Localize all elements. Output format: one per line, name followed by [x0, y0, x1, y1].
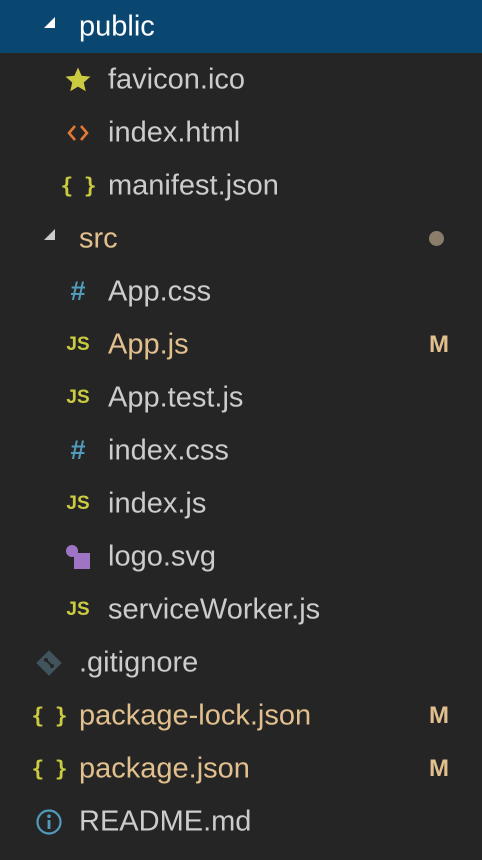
tree-item-label: src [79, 222, 118, 254]
js-icon: JS [66, 333, 90, 355]
tree-item-package-lock-json[interactable]: { } package-lock.json M [0, 689, 482, 742]
tree-item-label: README.md [79, 805, 252, 837]
json-icon: { } [31, 703, 68, 728]
json-icon: { } [31, 756, 68, 781]
tree-item-label: public [79, 10, 155, 42]
tree-item-label: logo.svg [108, 540, 217, 572]
tree-item-manifest-json[interactable]: { } manifest.json [0, 159, 482, 212]
git-status-badge: M [429, 754, 449, 782]
tree-item-logo-svg[interactable]: logo.svg [0, 530, 482, 583]
tree-item-index-js[interactable]: JS index.js [0, 477, 482, 530]
tree-item-label: index.css [108, 434, 229, 466]
tree-item-label: manifest.json [108, 169, 279, 201]
tree-item-label: favicon.ico [108, 63, 246, 95]
chevron-expanded-icon[interactable] [44, 229, 55, 240]
git-status-badge: M [429, 330, 449, 358]
tree-item-index-html[interactable]: index.html [0, 106, 482, 159]
tree-item-label: App.css [108, 275, 212, 307]
tree-item-label: package.json [79, 752, 250, 784]
tree-item-label: package-lock.json [79, 699, 312, 731]
tree-item-package-json[interactable]: { } package.json M [0, 742, 482, 795]
tree-item-readme-md[interactable]: README.md [0, 795, 482, 848]
git-status-badge: M [429, 701, 449, 729]
star-icon [61, 63, 95, 97]
tree-item-app-css[interactable]: # App.css [0, 265, 482, 318]
tree-item-label: index.js [108, 487, 207, 519]
tree-item-label: .gitignore [79, 646, 199, 678]
file-explorer: public favicon.ico index.html { } manife… [0, 0, 482, 860]
tree-item-src-folder[interactable]: src [0, 212, 482, 265]
js-icon: JS [66, 598, 90, 620]
tree-item-app-test-js[interactable]: JS App.test.js [0, 371, 482, 424]
tree-item-gitignore[interactable]: .gitignore [0, 636, 482, 689]
chevron-expanded-icon[interactable] [44, 17, 55, 28]
tree-item-label: index.html [108, 116, 241, 148]
tree-item-app-js[interactable]: JS App.js M [0, 318, 482, 371]
tree-item-index-css[interactable]: # index.css [0, 424, 482, 477]
tree-item-serviceworker-js[interactable]: JS serviceWorker.js [0, 583, 482, 636]
info-icon [32, 805, 66, 839]
tree-item-label: serviceWorker.js [108, 593, 321, 625]
tree-item-label: App.js [108, 328, 189, 360]
js-icon: JS [66, 386, 90, 408]
css-icon: # [70, 276, 86, 306]
tree-item-public-folder[interactable]: public [0, 0, 482, 53]
html-icon [61, 116, 95, 150]
git-icon [32, 646, 66, 680]
css-icon: # [70, 435, 86, 465]
modified-dot-icon [429, 230, 444, 246]
tree-item-favicon[interactable]: favicon.ico [0, 53, 482, 106]
js-icon: JS [66, 492, 90, 514]
svg-file-icon [61, 540, 95, 574]
tree-item-label: App.test.js [108, 381, 244, 413]
json-icon: { } [60, 173, 97, 198]
